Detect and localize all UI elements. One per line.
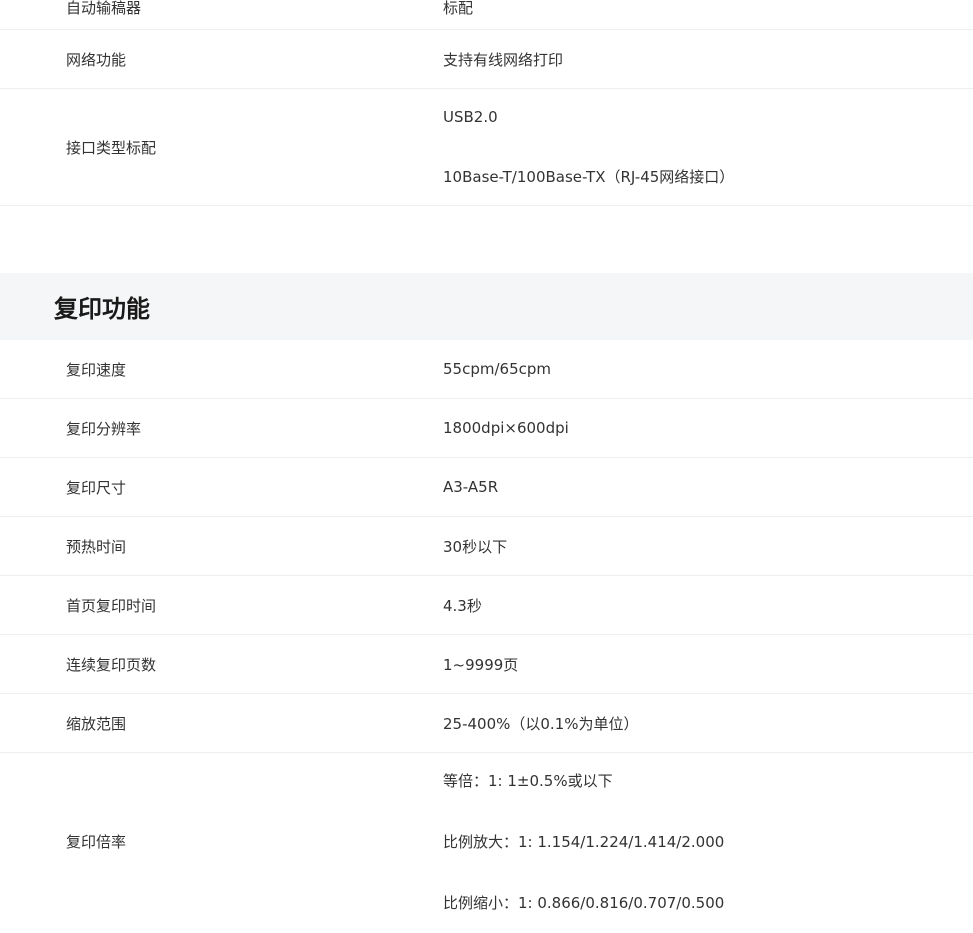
spec-row-continuous: 连续复印页数 1~9999页 — [0, 635, 973, 694]
spec-value-line: 标配 — [443, 0, 474, 17]
spec-value: 4.3秒 — [443, 595, 973, 616]
spec-row-network: 网络功能 支持有线网络打印 — [0, 30, 973, 89]
spec-label: 复印倍率 — [66, 832, 127, 851]
spec-row-interface: 接口类型标配 USB2.0 10Base-T/100Base-TX（RJ-45网… — [0, 89, 973, 206]
spec-value-line: 4.3秒 — [443, 596, 482, 615]
spec-row-copy-resolution: 复印分辨率 1800dpi×600dpi — [0, 399, 973, 458]
spec-value-line: 55cpm/65cpm — [443, 360, 551, 378]
spec-value: 25-400%（以0.1%为单位） — [443, 713, 973, 734]
spec-label: 缩放范围 — [66, 714, 127, 733]
spec-value-line: 等倍：1: 1±0.5%或以下 — [443, 771, 613, 790]
spec-row-zoom-range: 缩放范围 25-400%（以0.1%为单位） — [0, 694, 973, 753]
spec-value: A3-A5R — [443, 478, 973, 496]
spec-table-network: 自动输稿器 标配 网络功能 支持有线网络打印 接口类型标配 USB2.0 10B… — [0, 0, 973, 206]
spec-value-line: 比例缩小：1: 0.866/0.816/0.707/0.500 — [443, 893, 725, 912]
spec-value-line: 1~9999页 — [443, 655, 519, 674]
spec-value: 标配 — [443, 0, 973, 18]
spec-value-line: 10Base-T/100Base-TX（RJ-45网络接口） — [443, 167, 735, 186]
spec-value: 等倍：1: 1±0.5%或以下 比例放大：1: 1.154/1.224/1.41… — [443, 770, 973, 913]
spec-page: 自动输稿器 标配 网络功能 支持有线网络打印 接口类型标配 USB2.0 10B… — [0, 0, 973, 933]
spec-table-copy: 复印速度 55cpm/65cpm 复印分辨率 1800dpi×600dpi 复印… — [0, 340, 973, 929]
spec-label: 网络功能 — [66, 50, 127, 69]
spec-value-line: USB2.0 — [443, 107, 498, 126]
spec-row-copy-ratio: 复印倍率 等倍：1: 1±0.5%或以下 比例放大：1: 1.154/1.224… — [0, 753, 973, 929]
spec-label: 自动输稿器 — [66, 0, 142, 17]
spec-value: 支持有线网络打印 — [443, 49, 973, 70]
spec-row-copy-size: 复印尺寸 A3-A5R — [0, 458, 973, 517]
spec-label: 预热时间 — [66, 537, 127, 556]
spec-value-line: 支持有线网络打印 — [443, 50, 564, 69]
spec-value-line: 30秒以下 — [443, 537, 508, 556]
spec-row-warmup: 预热时间 30秒以下 — [0, 517, 973, 576]
spec-label: 接口类型标配 — [66, 138, 157, 157]
spec-value-line: 25-400%（以0.1%为单位） — [443, 714, 639, 733]
spec-label: 复印尺寸 — [66, 478, 127, 497]
spec-value: USB2.0 10Base-T/100Base-TX（RJ-45网络接口） — [443, 108, 973, 187]
spec-row-adf: 自动输稿器 标配 — [0, 0, 973, 30]
spec-row-first-copy: 首页复印时间 4.3秒 — [0, 576, 973, 635]
spec-row-copy-speed: 复印速度 55cpm/65cpm — [0, 340, 973, 399]
spec-label: 复印分辨率 — [66, 419, 142, 438]
spec-label: 复印速度 — [66, 360, 127, 379]
section-title: 复印功能 — [0, 273, 973, 340]
spec-label: 连续复印页数 — [66, 655, 157, 674]
spec-value-line: A3-A5R — [443, 478, 499, 496]
spec-value-line: 1800dpi×600dpi — [443, 419, 569, 437]
spec-value: 1~9999页 — [443, 654, 973, 675]
spec-value: 30秒以下 — [443, 536, 973, 557]
spec-value: 55cpm/65cpm — [443, 360, 973, 378]
spec-value-line: 比例放大：1: 1.154/1.224/1.414/2.000 — [443, 832, 725, 851]
spec-value: 1800dpi×600dpi — [443, 419, 973, 437]
spec-label: 首页复印时间 — [66, 596, 157, 615]
